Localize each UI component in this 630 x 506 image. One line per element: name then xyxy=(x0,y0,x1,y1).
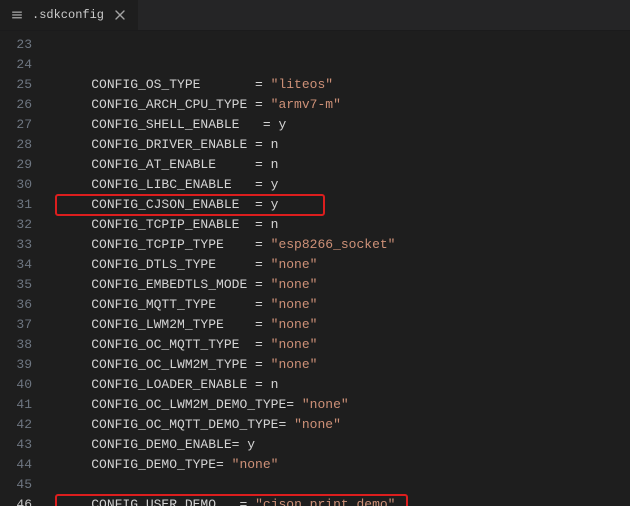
code-line[interactable]: CONFIG_MQTT_TYPE = "none" xyxy=(50,295,630,315)
code-line[interactable]: CONFIG_LIBC_ENABLE = y xyxy=(50,175,630,195)
line-number: 43 xyxy=(0,435,50,455)
line-number: 34 xyxy=(0,255,50,275)
code-line[interactable]: CONFIG_EMBEDTLS_MODE = "none" xyxy=(50,275,630,295)
line-number: 29 xyxy=(0,155,50,175)
code-line[interactable]: CONFIG_DEMO_TYPE= "none" xyxy=(50,455,630,475)
code-line[interactable]: CONFIG_OC_MQTT_TYPE = "none" xyxy=(50,335,630,355)
line-number: 39 xyxy=(0,355,50,375)
code-line[interactable]: CONFIG_ARCH_CPU_TYPE = "armv7-m" xyxy=(50,95,630,115)
line-number: 38 xyxy=(0,335,50,355)
line-number: 40 xyxy=(0,375,50,395)
code-line[interactable]: CONFIG_OC_MQTT_DEMO_TYPE= "none" xyxy=(50,415,630,435)
line-number: 41 xyxy=(0,395,50,415)
line-number: 44 xyxy=(0,455,50,475)
code-line[interactable]: CONFIG_OC_LWM2M_TYPE = "none" xyxy=(50,355,630,375)
line-number: 46 xyxy=(0,495,50,506)
code-line[interactable]: CONFIG_DTLS_TYPE = "none" xyxy=(50,255,630,275)
code-line[interactable]: CONFIG_OC_LWM2M_DEMO_TYPE= "none" xyxy=(50,395,630,415)
line-number: 35 xyxy=(0,275,50,295)
line-number: 26 xyxy=(0,95,50,115)
tab-bar: .sdkconfig xyxy=(0,0,630,31)
code-line[interactable]: CONFIG_DRIVER_ENABLE = n xyxy=(50,135,630,155)
code-line[interactable] xyxy=(50,55,630,75)
line-number: 37 xyxy=(0,315,50,335)
line-number: 23 xyxy=(0,35,50,55)
line-number: 33 xyxy=(0,235,50,255)
code-line[interactable] xyxy=(50,475,630,495)
tab-title: .sdkconfig xyxy=(32,8,104,22)
code-line[interactable]: CONFIG_TCPIP_ENABLE = n xyxy=(50,215,630,235)
line-number: 24 xyxy=(0,55,50,75)
line-number-gutter: 2324252627282930313233343536373839404142… xyxy=(0,31,50,506)
code-editor[interactable]: 2324252627282930313233343536373839404142… xyxy=(0,31,630,506)
code-line[interactable]: CONFIG_LOADER_ENABLE = n xyxy=(50,375,630,395)
code-line[interactable]: CONFIG_SHELL_ENABLE = y xyxy=(50,115,630,135)
line-number: 31 xyxy=(0,195,50,215)
code-line[interactable]: CONFIG_OS_TYPE = "liteos" xyxy=(50,75,630,95)
file-icon xyxy=(10,8,24,22)
line-number: 32 xyxy=(0,215,50,235)
tab-sdkconfig[interactable]: .sdkconfig xyxy=(0,0,139,30)
code-line[interactable]: CONFIG_CJSON_ENABLE = y xyxy=(50,195,630,215)
code-line[interactable]: CONFIG_DEMO_ENABLE= y xyxy=(50,435,630,455)
line-number: 25 xyxy=(0,75,50,95)
code-line[interactable]: CONFIG_AT_ENABLE = n xyxy=(50,155,630,175)
tab-close-button[interactable] xyxy=(112,7,128,23)
line-number: 30 xyxy=(0,175,50,195)
line-number: 28 xyxy=(0,135,50,155)
line-number: 27 xyxy=(0,115,50,135)
line-number: 45 xyxy=(0,475,50,495)
line-number: 36 xyxy=(0,295,50,315)
line-number: 42 xyxy=(0,415,50,435)
code-line[interactable]: CONFIG_TCPIP_TYPE = "esp8266_socket" xyxy=(50,235,630,255)
code-content[interactable]: CONFIG_OS_TYPE = "liteos" CONFIG_ARCH_CP… xyxy=(50,31,630,506)
code-line[interactable] xyxy=(50,35,630,55)
code-line[interactable]: CONFIG_USER_DEMO = "cjson_print_demo" xyxy=(50,495,630,506)
code-line[interactable]: CONFIG_LWM2M_TYPE = "none" xyxy=(50,315,630,335)
